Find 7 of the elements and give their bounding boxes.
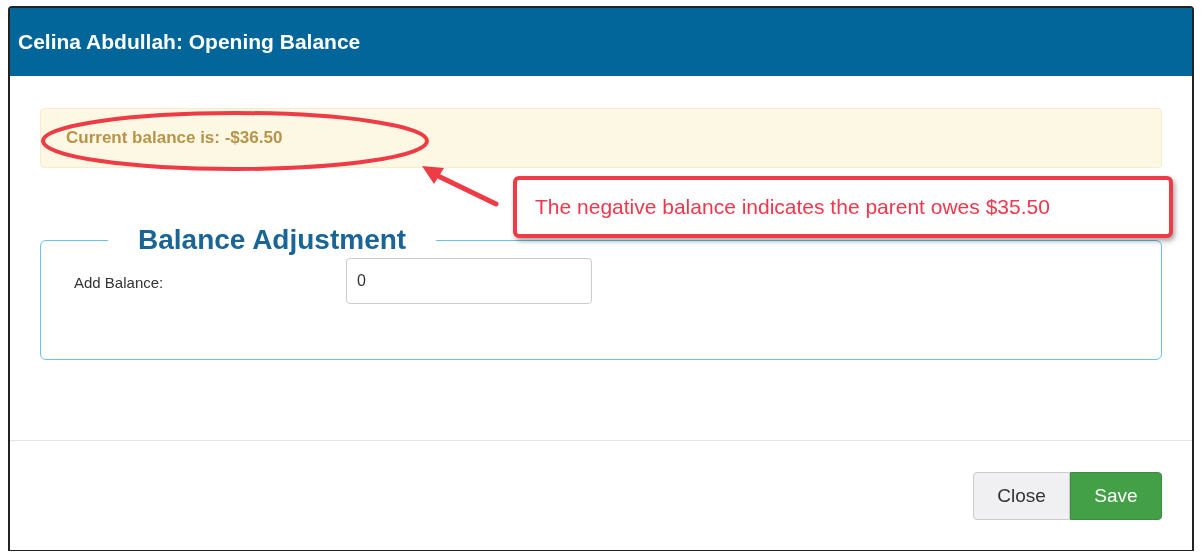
- field-label: Add Balance:: [74, 273, 165, 291]
- dialog-title: Celina Abdullah: Opening Balance: [18, 30, 361, 54]
- section-heading: Balance Adjustment: [138, 224, 407, 255]
- annotation-callout: The negative balance indicates the parent owes $35.50: [513, 176, 1173, 238]
- close-button[interactable]: Close: [973, 472, 1070, 520]
- balance-input[interactable]: 0: [346, 258, 592, 304]
- alert-text: Current balance is: -$36.50: [66, 128, 283, 148]
